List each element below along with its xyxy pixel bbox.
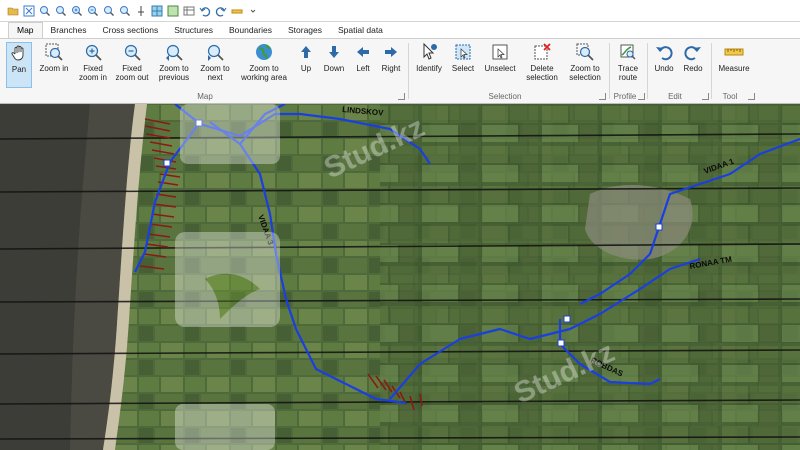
ribbon-separator <box>647 43 648 99</box>
pan-up-button[interactable]: Up <box>296 42 316 88</box>
arrow-left-icon <box>353 42 373 62</box>
tool-group-launcher-icon[interactable] <box>748 93 755 100</box>
tab-boundaries[interactable]: Boundaries <box>221 23 280 38</box>
delete-selection-button[interactable]: Delete selection <box>523 42 561 88</box>
unselect-icon <box>490 42 510 62</box>
node[interactable] <box>557 339 565 347</box>
zoom-to-selection-button[interactable]: Zoom to selection <box>565 42 605 88</box>
tab-cross-sections[interactable]: Cross sections <box>94 23 166 38</box>
grid-icon[interactable] <box>150 4 163 17</box>
delete-icon <box>532 42 552 62</box>
trace-route-icon <box>618 42 638 62</box>
measure-icon[interactable] <box>230 4 243 17</box>
zoom-next-icon <box>205 42 225 62</box>
tab-branches[interactable]: Branches <box>43 23 95 38</box>
unselect-button[interactable]: Unselect <box>481 42 519 88</box>
group-label-profile: Profile <box>613 92 637 101</box>
pan-button[interactable]: Pan <box>6 42 32 88</box>
watermark-box <box>175 404 275 450</box>
edit-group-launcher-icon[interactable] <box>702 93 709 100</box>
trace-route-button[interactable]: Trace route <box>613 42 643 88</box>
zoom-to-next-button[interactable]: Zoom to next <box>196 42 234 88</box>
fixed-zoom-out-button[interactable]: Fixed zoom out <box>114 42 150 88</box>
measure-button[interactable]: Measure <box>715 42 753 88</box>
tab-map[interactable]: Map <box>8 22 43 38</box>
undo-button[interactable]: Undo <box>651 42 677 88</box>
pan-right-button[interactable]: Right <box>378 42 404 88</box>
tab-storages[interactable]: Storages <box>280 23 330 38</box>
ribbon: Pan Zoom in Fixed zoom in Fixed zoom out… <box>0 38 800 104</box>
hand-icon <box>9 43 29 63</box>
watermark-box <box>180 104 280 164</box>
globe-icon <box>254 42 274 62</box>
layer-icon[interactable] <box>166 4 179 17</box>
fixed-zoom-in-button[interactable]: Fixed zoom in <box>76 42 110 88</box>
zoom-fixed-out-icon[interactable] <box>86 4 99 17</box>
arrow-right-icon <box>381 42 401 62</box>
zoom-previous-icon <box>164 42 184 62</box>
profile-group-launcher-icon[interactable] <box>638 93 645 100</box>
select-button[interactable]: Select <box>449 42 477 88</box>
cursor-info-icon <box>419 42 439 62</box>
group-label-tool: Tool <box>722 92 738 101</box>
open-folder-icon[interactable] <box>6 4 19 17</box>
arrow-down-icon <box>324 42 344 62</box>
zoom-in-icon[interactable] <box>38 4 51 17</box>
ribbon-tabs: Map Branches Cross sections Structures B… <box>0 22 800 38</box>
map-fields-east <box>380 104 800 450</box>
zoom-out-icon[interactable] <box>54 4 67 17</box>
select-box-icon <box>453 42 473 62</box>
node[interactable] <box>655 223 663 231</box>
zoom-in-icon <box>44 42 64 62</box>
quick-access-toolbar <box>0 0 800 22</box>
zoom-fixed-in-icon[interactable] <box>70 4 83 17</box>
zoom-to-working-area-button[interactable]: Zoom to working area <box>238 42 290 88</box>
map-canvas[interactable]: LINDSKOV VIDAA 3 VIDAA 1 RONAA TM ROBDAS… <box>0 104 800 450</box>
group-label-map: Map <box>197 92 213 101</box>
zoom-next-icon[interactable] <box>118 4 131 17</box>
redo-icon <box>683 42 703 62</box>
ribbon-separator <box>609 43 610 99</box>
zoom-in-button[interactable]: Zoom in <box>36 42 72 88</box>
group-label-selection: Selection <box>488 92 522 101</box>
redo-icon[interactable] <box>214 4 227 17</box>
pin-icon[interactable] <box>134 4 147 17</box>
group-label-edit: Edit <box>668 92 682 101</box>
dropdown-icon[interactable] <box>246 4 259 17</box>
map-group-launcher-icon[interactable] <box>398 93 405 100</box>
ribbon-separator <box>711 43 712 99</box>
undo-icon <box>654 42 674 62</box>
identify-button[interactable]: Identify <box>413 42 445 88</box>
zoom-extent-icon[interactable] <box>22 4 35 17</box>
magnifier-minus-icon <box>122 42 142 62</box>
selection-group-launcher-icon[interactable] <box>599 93 606 100</box>
zoom-to-previous-button[interactable]: Zoom to previous <box>155 42 193 88</box>
pan-left-button[interactable]: Left <box>352 42 374 88</box>
node[interactable] <box>163 159 171 167</box>
map-svg[interactable]: LINDSKOV VIDAA 3 VIDAA 1 RONAA TM ROBDAS… <box>0 104 800 450</box>
zoom-selection-icon <box>575 42 595 62</box>
magnifier-plus-icon <box>83 42 103 62</box>
zoom-prev-icon[interactable] <box>102 4 115 17</box>
node[interactable] <box>563 315 571 323</box>
arrow-up-icon <box>296 42 316 62</box>
tab-spatial-data[interactable]: Spatial data <box>330 23 391 38</box>
undo-icon[interactable] <box>198 4 211 17</box>
ruler-icon <box>724 42 744 62</box>
redo-button[interactable]: Redo <box>680 42 706 88</box>
pan-down-button[interactable]: Down <box>321 42 347 88</box>
tab-structures[interactable]: Structures <box>166 23 221 38</box>
ribbon-separator <box>408 43 409 99</box>
table-icon[interactable] <box>182 4 195 17</box>
